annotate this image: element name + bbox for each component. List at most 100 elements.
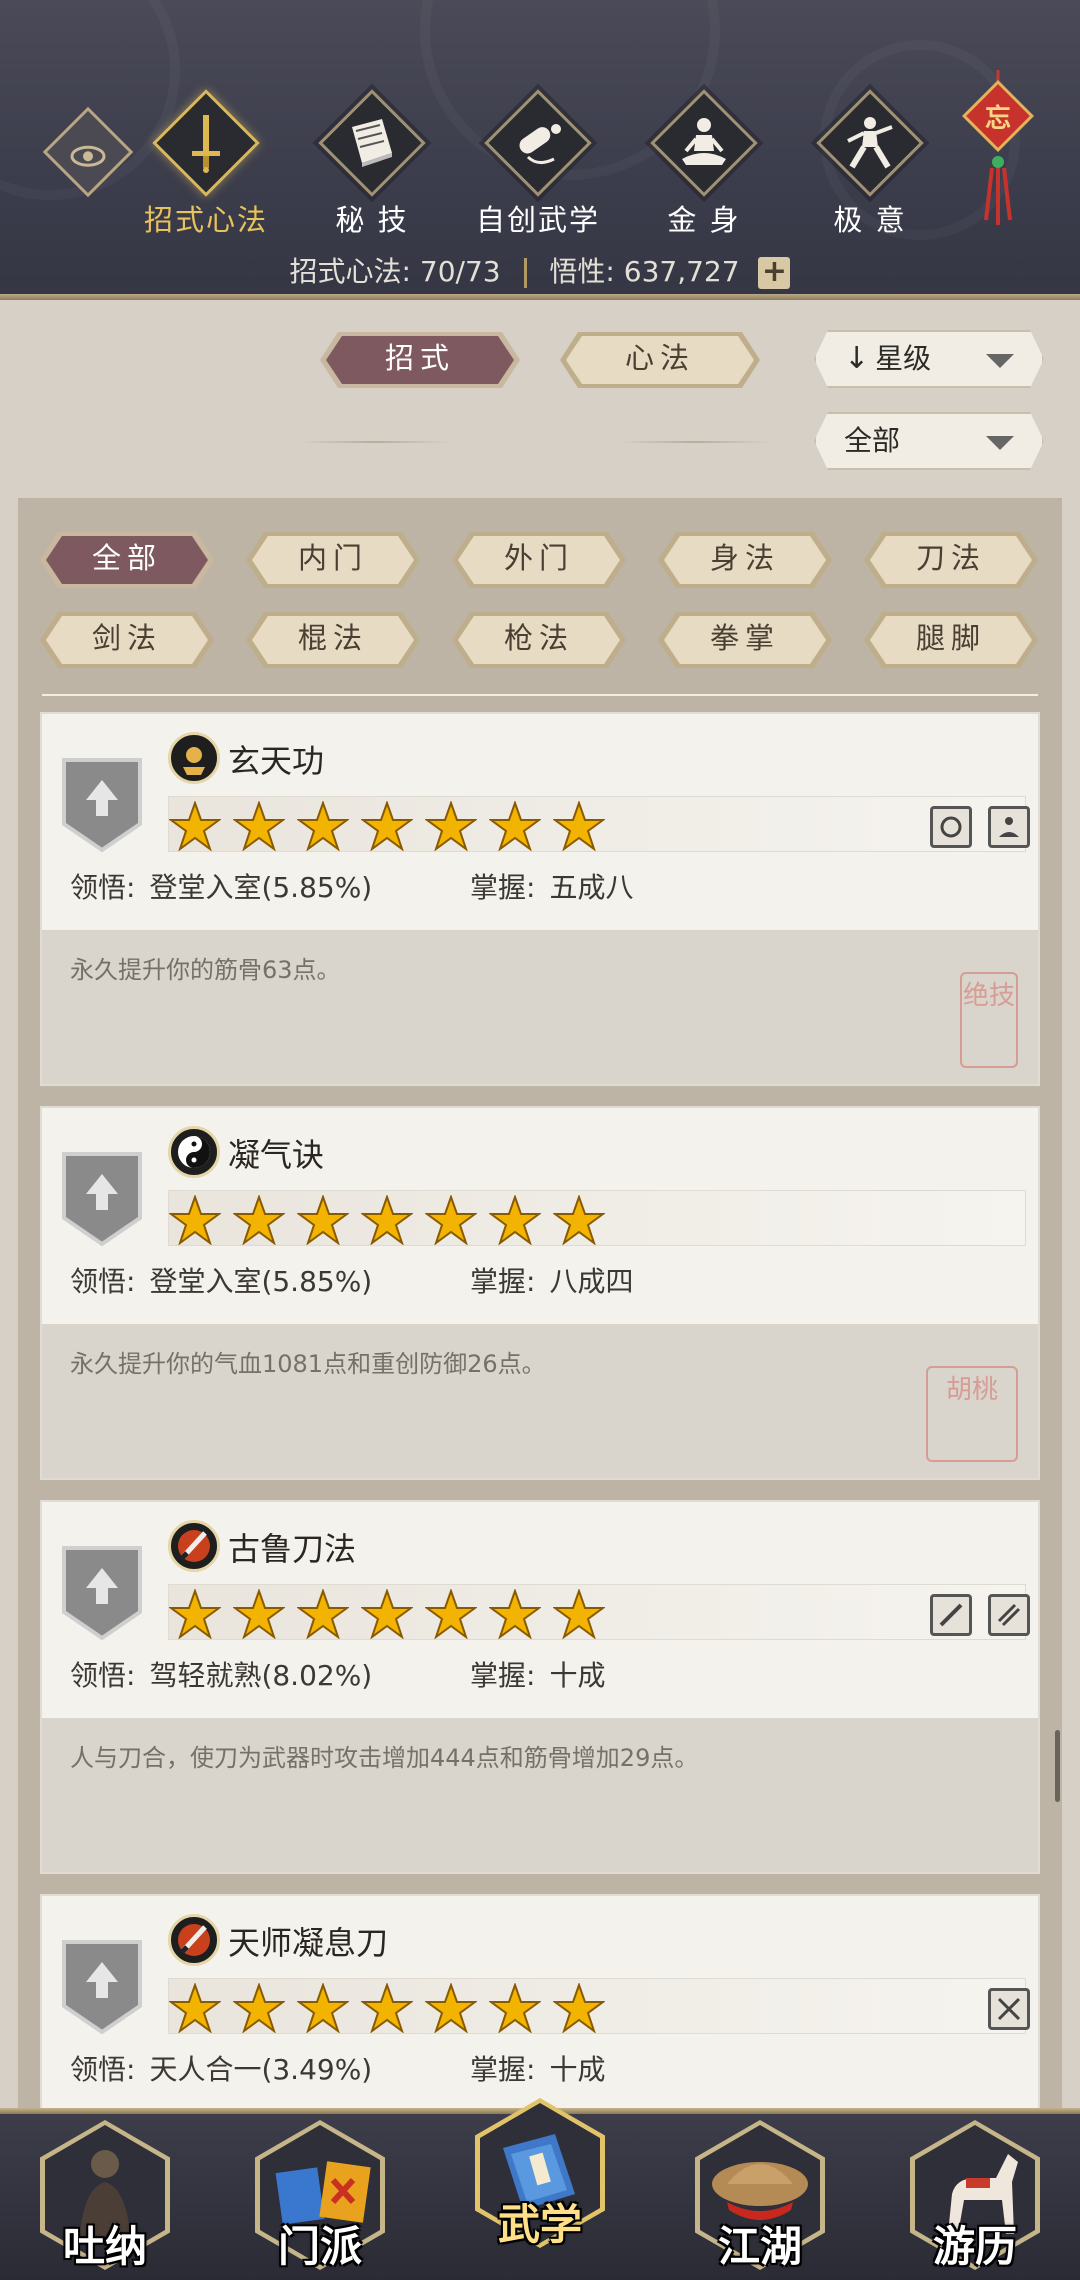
tab-moves-methods[interactable]: 招式心法 (126, 85, 286, 237)
tab-moves-label: 招式 (384, 341, 455, 375)
nav-breathing[interactable]: 吐纳 (30, 2120, 180, 2280)
top-header: 招式心法 秘 技 自创武学 金 身 极 意 忘 招式心法: 70/73 悟性: … (0, 0, 1080, 300)
decorative-divider (300, 441, 450, 443)
star-icon (425, 801, 477, 851)
gear-badge-icon[interactable] (930, 806, 972, 848)
star-icon (489, 801, 541, 851)
tab-methods[interactable]: 心法 (560, 332, 760, 388)
tab-methods-label: 心法 (624, 341, 695, 375)
upgrade-shield-icon[interactable] (60, 1542, 144, 1642)
skill-list-panel: 全部 内门 外门 身法 刀法 剑法 棍法 枪法 拳掌 腿脚 永久提升你的筋骨63… (18, 498, 1062, 2108)
category-label: 刀法 (915, 541, 986, 575)
category-leg[interactable]: 腿脚 (864, 612, 1038, 668)
upgrade-shield-icon[interactable] (60, 1148, 144, 1248)
star-icon (233, 1983, 285, 2033)
tab-secret-skills[interactable]: 秘 技 (292, 85, 452, 237)
comprehension-label: 领悟: (70, 871, 136, 904)
star-icon (169, 1983, 221, 2033)
skill-name: 玄天功 (228, 742, 325, 780)
blade-badge-icon[interactable] (930, 1594, 972, 1636)
category-label: 枪法 (503, 621, 574, 655)
category-staff[interactable]: 棍法 (246, 612, 420, 668)
nav-label: 门派 (277, 2222, 362, 2271)
decorative-divider (620, 441, 770, 443)
skill-card[interactable]: 人与刀合，使刀为武器时攻击增加444点和筋骨增加29点。 古鲁刀法 领悟: 驾轻就… (40, 1500, 1040, 1874)
star-icon (169, 1195, 221, 1245)
tab-self-created[interactable]: 自创武学 (458, 85, 618, 237)
nav-label: 江湖 (717, 2222, 802, 2271)
skill-description: 永久提升你的筋骨63点。 (70, 956, 341, 984)
star-icon (233, 1195, 285, 1245)
category-divider (42, 694, 1038, 696)
moves-count-label: 招式心法: (289, 255, 411, 288)
star-icon (425, 1195, 477, 1245)
star-icon (233, 801, 285, 851)
nav-travel[interactable]: 游历 (900, 2120, 1050, 2280)
comprehension-label: 领悟: (70, 1659, 136, 1692)
star-icon (489, 1983, 541, 2033)
star-icon (233, 1589, 285, 1639)
sort-value: 星级 (875, 342, 932, 375)
star-rating (168, 1978, 1026, 2034)
star-icon (297, 1589, 349, 1639)
tab-golden-body[interactable]: 金 身 (624, 85, 784, 237)
star-icon (361, 1983, 413, 2033)
category-label: 内门 (297, 541, 368, 575)
star-icon (297, 1983, 349, 2033)
upgrade-shield-icon[interactable] (60, 754, 144, 854)
category-movement[interactable]: 身法 (658, 532, 832, 588)
category-fist[interactable]: 拳掌 (658, 612, 832, 668)
tab-moves[interactable]: 招式 (320, 332, 520, 388)
nav-sect[interactable]: 门派 (245, 2120, 395, 2280)
cross-blade-badge-icon[interactable] (988, 1988, 1030, 2030)
progress-stats: 招式心法: 70/73 悟性: 637,727 + (0, 250, 1080, 290)
bottom-nav: 吐纳 门派 武学 江湖 游历 (0, 2098, 1080, 2280)
tab-ultimate-intent[interactable]: 极 意 (790, 85, 950, 237)
skill-card[interactable]: 永久提升你的筋骨63点。 玄天功 领悟: 登堂入室(5.85%) 掌握: 五成八 绝… (40, 712, 1040, 1086)
comprehension-label: 领悟: (70, 1265, 136, 1298)
star-rating (168, 796, 1026, 852)
chinese-knot-button[interactable]: 忘 (961, 70, 1035, 230)
insight-label: 悟性: (549, 255, 615, 288)
seal-stamp: 绝技 (960, 972, 1018, 1068)
category-all[interactable]: 全部 (40, 532, 214, 588)
nav-jianghu[interactable]: 江湖 (685, 2120, 835, 2280)
star-icon (361, 1195, 413, 1245)
star-icon (297, 801, 349, 851)
comprehension-row: 领悟: 登堂入室(5.85%) (70, 1260, 372, 1300)
category-blade[interactable]: 刀法 (864, 532, 1038, 588)
star-icon (425, 1983, 477, 2033)
mastery-label: 掌握: (470, 1265, 536, 1298)
nav-martial-arts[interactable]: 武学 (465, 2098, 615, 2258)
star-icon (553, 801, 605, 851)
star-icon (169, 801, 221, 851)
category-spear[interactable]: 枪法 (452, 612, 626, 668)
moves-count-value: 70/73 (419, 255, 501, 288)
star-rating (168, 1190, 1026, 1246)
add-insight-button[interactable]: + (758, 257, 791, 289)
slash-badge-icon[interactable] (988, 1594, 1030, 1636)
sitting-badge-icon[interactable] (988, 806, 1030, 848)
star-icon (361, 801, 413, 851)
scrollbar[interactable] (1055, 1730, 1060, 1802)
skill-description-area: 永久提升你的筋骨63点。 (42, 930, 1038, 1084)
upgrade-shield-icon[interactable] (60, 1936, 144, 2036)
skill-name: 凝气诀 (228, 1136, 325, 1174)
category-inner[interactable]: 内门 (246, 532, 420, 588)
nav-label: 武学 (497, 2200, 582, 2249)
skill-description-area: 人与刀合，使刀为武器时攻击增加444点和筋骨增加29点。 (42, 1718, 1038, 1872)
skill-description-area: 永久提升你的气血1081点和重创防御26点。 (42, 1324, 1038, 1478)
skill-name: 古鲁刀法 (228, 1530, 357, 1568)
scope-dropdown[interactable]: 全部 (814, 412, 1044, 470)
skill-card[interactable]: 天师凝息刀 领悟: 天人合一(3.49%) 掌握: 十成 (40, 1894, 1040, 2108)
category-outer[interactable]: 外门 (452, 532, 626, 588)
nav-label: 游历 (932, 2222, 1017, 2271)
star-icon (553, 1983, 605, 2033)
tab-label: 秘 技 (335, 203, 409, 237)
eye-icon (70, 145, 106, 167)
sort-dropdown[interactable]: ↓ 星级 (814, 330, 1044, 388)
blade-icon (168, 1914, 220, 1966)
skill-card[interactable]: 永久提升你的气血1081点和重创防御26点。 凝气诀 领悟: 登堂入室(5.85%… (40, 1106, 1040, 1480)
golden-gong-icon (168, 732, 220, 784)
category-sword[interactable]: 剑法 (40, 612, 214, 668)
